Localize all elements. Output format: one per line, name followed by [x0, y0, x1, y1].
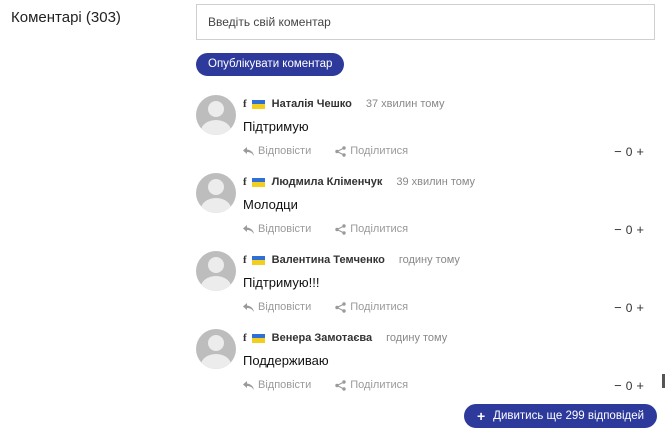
publish-comment-button[interactable]: Опублікувати коментар — [196, 53, 345, 76]
reply-arrow-icon — [243, 146, 254, 156]
reply-button[interactable]: Відповісти — [243, 379, 311, 391]
comment-meta: f Венера Замотаєва годину тому — [243, 331, 447, 345]
comment-input[interactable] — [208, 5, 654, 39]
upvote-button[interactable]: + — [636, 378, 644, 393]
comment-item: f Венера Замотаєва годину тому Поддержив… — [196, 329, 656, 399]
ukraine-flag-icon — [251, 333, 265, 343]
ukraine-flag-icon — [251, 177, 265, 187]
avatar[interactable] — [196, 95, 236, 135]
reply-button[interactable]: Відповісти — [243, 145, 311, 157]
comment-meta: f Валентина Темченко годину тому — [243, 253, 460, 267]
comment-text: Поддерживаю — [243, 353, 329, 368]
downvote-button[interactable]: − — [614, 222, 622, 237]
share-label: Поділитися — [350, 301, 409, 313]
vote-score: 0 — [625, 144, 633, 159]
comment-author[interactable]: Валентина Темченко — [272, 254, 385, 266]
vote-score: 0 — [625, 378, 633, 393]
reply-label: Відповісти — [258, 379, 312, 391]
vote-control: − 0 + — [614, 222, 644, 237]
share-button[interactable]: Поділитися — [335, 223, 408, 235]
comment-time: 37 хвилин тому — [365, 98, 445, 110]
show-more-replies-button[interactable]: + Дивитись ще 299 відповідей — [464, 404, 657, 428]
ukraine-flag-icon — [251, 255, 265, 265]
comment-time: годину тому — [386, 332, 448, 344]
reply-label: Відповісти — [258, 223, 312, 235]
comment-actions: Відповісти Поділитися — [243, 223, 432, 235]
avatar[interactable] — [196, 173, 236, 213]
plus-icon: + — [476, 408, 486, 424]
comment-actions: Відповісти Поділитися — [243, 379, 432, 391]
share-label: Поділитися — [350, 145, 409, 157]
downvote-button[interactable]: − — [614, 144, 622, 159]
reply-label: Відповісти — [258, 301, 312, 313]
reply-button[interactable]: Відповісти — [243, 301, 311, 313]
facebook-icon[interactable]: f — [243, 254, 247, 266]
show-more-label: Дивитись ще 299 відповідей — [493, 410, 645, 422]
facebook-icon[interactable]: f — [243, 98, 247, 110]
share-icon — [335, 301, 346, 313]
comment-input-box[interactable] — [196, 4, 655, 40]
share-icon — [335, 145, 346, 157]
comment-actions: Відповісти Поділитися — [243, 301, 432, 313]
upvote-button[interactable]: + — [636, 222, 644, 237]
downvote-button[interactable]: − — [614, 300, 622, 315]
comment-author[interactable]: Людмила Кліменчук — [272, 176, 383, 188]
avatar[interactable] — [196, 329, 236, 369]
upvote-button[interactable]: + — [636, 144, 644, 159]
vote-score: 0 — [625, 300, 633, 315]
reply-arrow-icon — [243, 380, 254, 390]
comment-author[interactable]: Венера Замотаєва — [272, 332, 372, 344]
reply-label: Відповісти — [258, 145, 312, 157]
share-icon — [335, 223, 346, 235]
facebook-icon[interactable]: f — [243, 176, 247, 188]
share-icon — [335, 379, 346, 391]
vote-control: − 0 + — [614, 300, 644, 315]
comment-item: f Наталія Чешко 37 хвилин тому Підтримую… — [196, 95, 656, 165]
comment-item: f Людмила Кліменчук 39 хвилин тому Молод… — [196, 173, 656, 243]
comment-item: f Валентина Темченко годину тому Підтрим… — [196, 251, 656, 321]
share-button[interactable]: Поділитися — [335, 301, 408, 313]
comment-text: Підтримую!!! — [243, 275, 320, 290]
comment-meta: f Людмила Кліменчук 39 хвилин тому — [243, 175, 475, 189]
upvote-button[interactable]: + — [636, 300, 644, 315]
comment-author[interactable]: Наталія Чешко — [272, 98, 352, 110]
comment-text: Молодци — [243, 197, 298, 212]
vote-score: 0 — [625, 222, 633, 237]
share-button[interactable]: Поділитися — [335, 145, 408, 157]
comment-actions: Відповісти Поділитися — [243, 145, 432, 157]
vote-control: − 0 + — [614, 144, 644, 159]
comment-time: 39 хвилин тому — [396, 176, 476, 188]
comment-text: Підтримую — [243, 119, 309, 134]
share-label: Поділитися — [350, 223, 409, 235]
avatar[interactable] — [196, 251, 236, 291]
reply-button[interactable]: Відповісти — [243, 223, 311, 235]
ukraine-flag-icon — [251, 99, 265, 109]
reply-arrow-icon — [243, 302, 254, 312]
comment-meta: f Наталія Чешко 37 хвилин тому — [243, 97, 445, 111]
comments-title: Коментарі (303) — [11, 9, 121, 26]
facebook-icon[interactable]: f — [243, 332, 247, 344]
comment-time: годину тому — [398, 254, 460, 266]
downvote-button[interactable]: − — [614, 378, 622, 393]
share-label: Поділитися — [350, 379, 409, 391]
vote-control: − 0 + — [614, 378, 644, 393]
share-button[interactable]: Поділитися — [335, 379, 408, 391]
reply-arrow-icon — [243, 224, 254, 234]
